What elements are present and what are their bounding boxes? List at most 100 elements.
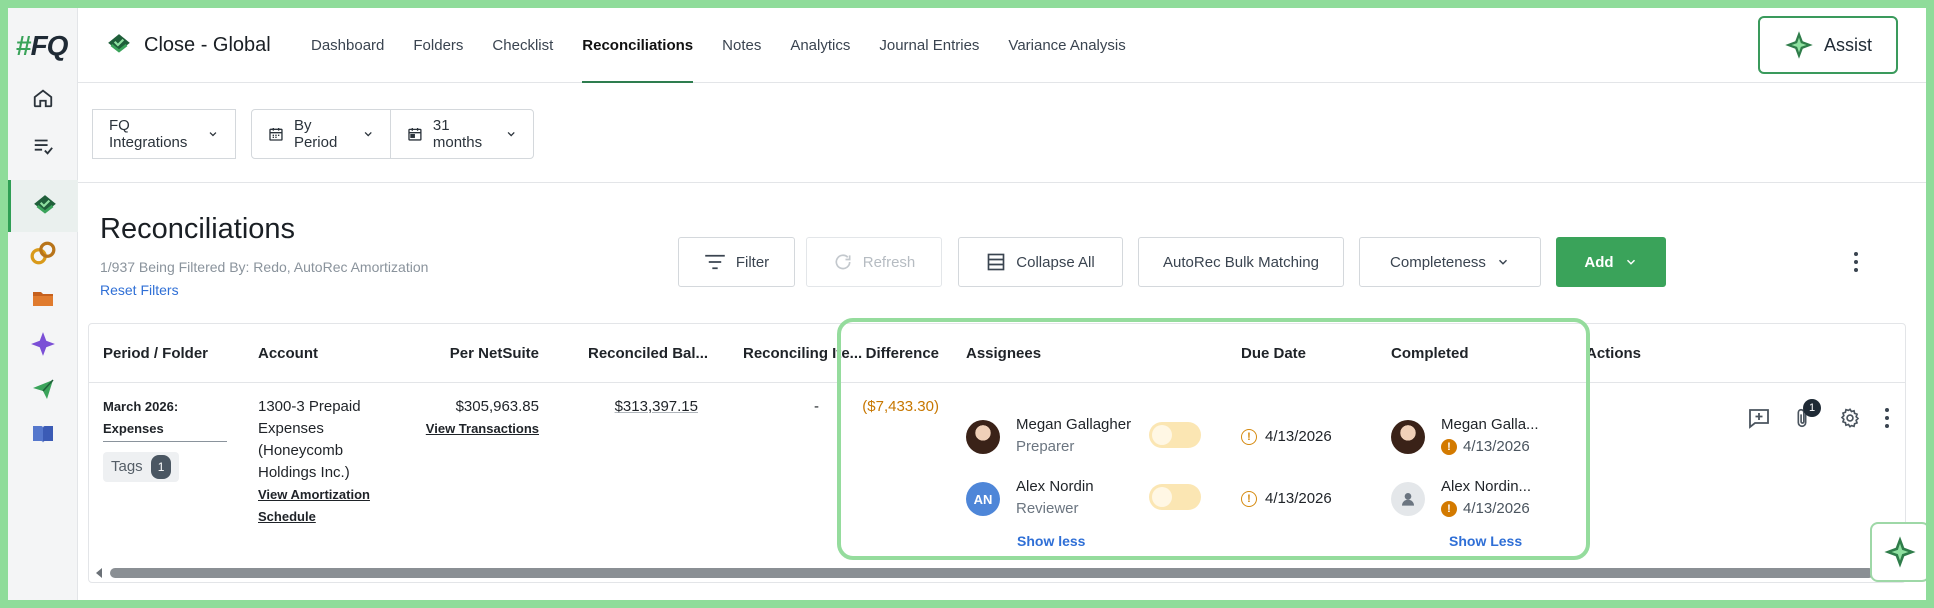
header-completed[interactable]: Completed [1391, 324, 1469, 382]
filter-button[interactable]: Filter [678, 237, 795, 287]
date-range-select[interactable]: 31 months [390, 109, 534, 159]
workspace-brand[interactable]: Close - Global [106, 32, 271, 58]
horizontal-scrollbar[interactable] [90, 565, 1916, 579]
per-netsuite-value: $305,963.85 [455, 398, 539, 415]
warning-filled-icon: ! [1441, 501, 1457, 517]
fq-logo[interactable]: #FQ [16, 30, 68, 62]
calendar-icon [408, 128, 422, 141]
reviewer-due-date: ! 4/13/2026 [1241, 488, 1332, 510]
reconciled-balance-cell[interactable]: $313,397.15 [579, 396, 698, 418]
integration-value: FQ Integrations [109, 117, 188, 151]
avatar-megan-gallagher [966, 420, 1000, 454]
tab-reconciliations[interactable]: Reconciliations [582, 8, 693, 83]
tab-variance-analysis[interactable]: Variance Analysis [1008, 8, 1125, 83]
period-view-value: By Period [293, 117, 338, 151]
refresh-icon [835, 254, 851, 270]
filter-bar: FQ Integrations By Period 31 months [78, 83, 1926, 183]
workspace-icon [108, 34, 130, 53]
tab-folders[interactable]: Folders [413, 8, 463, 83]
main-nav: Dashboard Folders Checklist Reconciliati… [311, 8, 1126, 83]
more-options-button[interactable] [1846, 247, 1866, 277]
user-placeholder-icon [1391, 482, 1425, 516]
header-assignees[interactable]: Assignees [966, 324, 1041, 382]
rail-reconciliations[interactable] [8, 180, 78, 232]
autorec-bulk-matching-button[interactable]: AutoRec Bulk Matching [1138, 237, 1344, 287]
rail-folders[interactable] [8, 272, 78, 324]
gear-icon [1840, 408, 1860, 428]
reconciled-balance-value: $313,397.15 [614, 398, 698, 415]
filter-summary: 1/937 Being Filtered By: Redo, AutoRec A… [100, 259, 429, 275]
tags-chip[interactable]: Tags 1 [103, 452, 180, 482]
row-more-button[interactable] [1885, 408, 1889, 428]
rail-home[interactable] [8, 72, 78, 124]
left-rail: #FQ [8, 8, 78, 600]
rail-checklist[interactable] [8, 120, 78, 172]
reconciliations-icon [33, 195, 56, 214]
completeness-select[interactable]: Completeness [1359, 237, 1541, 287]
header-account[interactable]: Account [258, 324, 318, 382]
difference-value: ($7,433.30) [862, 398, 939, 415]
send-icon [33, 379, 54, 399]
home-icon [33, 89, 53, 108]
attachments-button[interactable]: 1 [1791, 399, 1821, 434]
header-period-folder[interactable]: Period / Folder [103, 324, 208, 382]
view-amortization-link[interactable]: View Amortization Schedule [258, 484, 370, 528]
row-settings-button[interactable] [1839, 407, 1861, 434]
scrollbar-thumb[interactable] [110, 568, 1874, 578]
assignee-preparer: Megan Gallagher Preparer [1016, 416, 1132, 455]
scroll-left-icon[interactable] [94, 567, 104, 579]
refresh-button[interactable]: Refresh [806, 237, 942, 287]
tab-notes[interactable]: Notes [722, 8, 761, 83]
sparkle-icon [31, 332, 55, 356]
chevron-down-icon [1498, 259, 1507, 265]
header-reconciled-balance[interactable]: Reconciled Bal... [588, 324, 708, 382]
reset-filters-link[interactable]: Reset Filters [100, 282, 179, 298]
chevron-down-icon [209, 132, 217, 137]
chevron-down-icon [507, 132, 515, 137]
completed-preparer: Megan Galla... ! 4/13/2026 [1441, 416, 1539, 455]
header-actions: Actions [1586, 344, 1642, 362]
app-frame: #FQ Close - Global Dashboard Folders Che… [8, 8, 1926, 600]
tab-dashboard[interactable]: Dashboard [311, 8, 384, 83]
header-reconciling-items[interactable]: Reconciling Ite... [743, 324, 862, 382]
period-view-select[interactable]: By Period [251, 109, 391, 159]
header-difference[interactable]: Difference [849, 324, 939, 382]
assignee-reviewer: Alex Nordin Reviewer [1016, 478, 1094, 517]
floating-assist-button[interactable] [1870, 522, 1926, 582]
filter-lines-icon [705, 254, 725, 270]
assist-button[interactable]: Assist [1758, 16, 1898, 74]
date-range-value: 31 months [432, 117, 483, 151]
folder-icon [33, 292, 53, 306]
warning-icon: ! [1241, 429, 1257, 445]
assist-sparkle-icon [1884, 536, 1916, 568]
page-title: Reconciliations [100, 213, 296, 245]
tab-checklist[interactable]: Checklist [492, 8, 553, 83]
tab-journal-entries[interactable]: Journal Entries [879, 8, 979, 83]
tab-analytics[interactable]: Analytics [790, 8, 850, 83]
reviewer-signoff-toggle[interactable] [1149, 484, 1201, 510]
chevron-down-icon [364, 131, 372, 137]
collapse-all-button[interactable]: Collapse All [958, 237, 1123, 287]
avatar-alex-nordin: AN [966, 482, 1000, 516]
preparer-signoff-toggle[interactable] [1149, 422, 1201, 448]
comment-plus-icon [1749, 409, 1769, 429]
assignees-show-less-link[interactable]: Show less [1017, 533, 1085, 549]
top-bar: Close - Global Dashboard Folders Checkli… [78, 8, 1926, 83]
avatar-completed-megan [1391, 420, 1425, 454]
header-divider [89, 382, 1905, 383]
rail-library[interactable] [8, 408, 78, 460]
completed-show-less-link[interactable]: Show Less [1449, 533, 1522, 549]
add-comment-button[interactable] [1747, 406, 1771, 435]
period-folder-cell[interactable]: March 2026: Expenses [103, 396, 227, 442]
main-content: Reconciliations 1/937 Being Filtered By:… [78, 183, 1926, 600]
collapse-table-icon [987, 253, 1005, 271]
chevron-down-icon [1626, 259, 1635, 265]
attachments-count-badge: 1 [1803, 399, 1821, 417]
per-netsuite-cell: $305,963.85 View Transactions [389, 396, 539, 440]
header-per-netsuite[interactable]: Per NetSuite [389, 324, 539, 382]
integration-select[interactable]: FQ Integrations [92, 109, 236, 159]
book-icon [33, 426, 53, 443]
header-due-date[interactable]: Due Date [1241, 324, 1306, 382]
add-button[interactable]: Add [1556, 237, 1666, 287]
view-transactions-link[interactable]: View Transactions [389, 418, 539, 440]
